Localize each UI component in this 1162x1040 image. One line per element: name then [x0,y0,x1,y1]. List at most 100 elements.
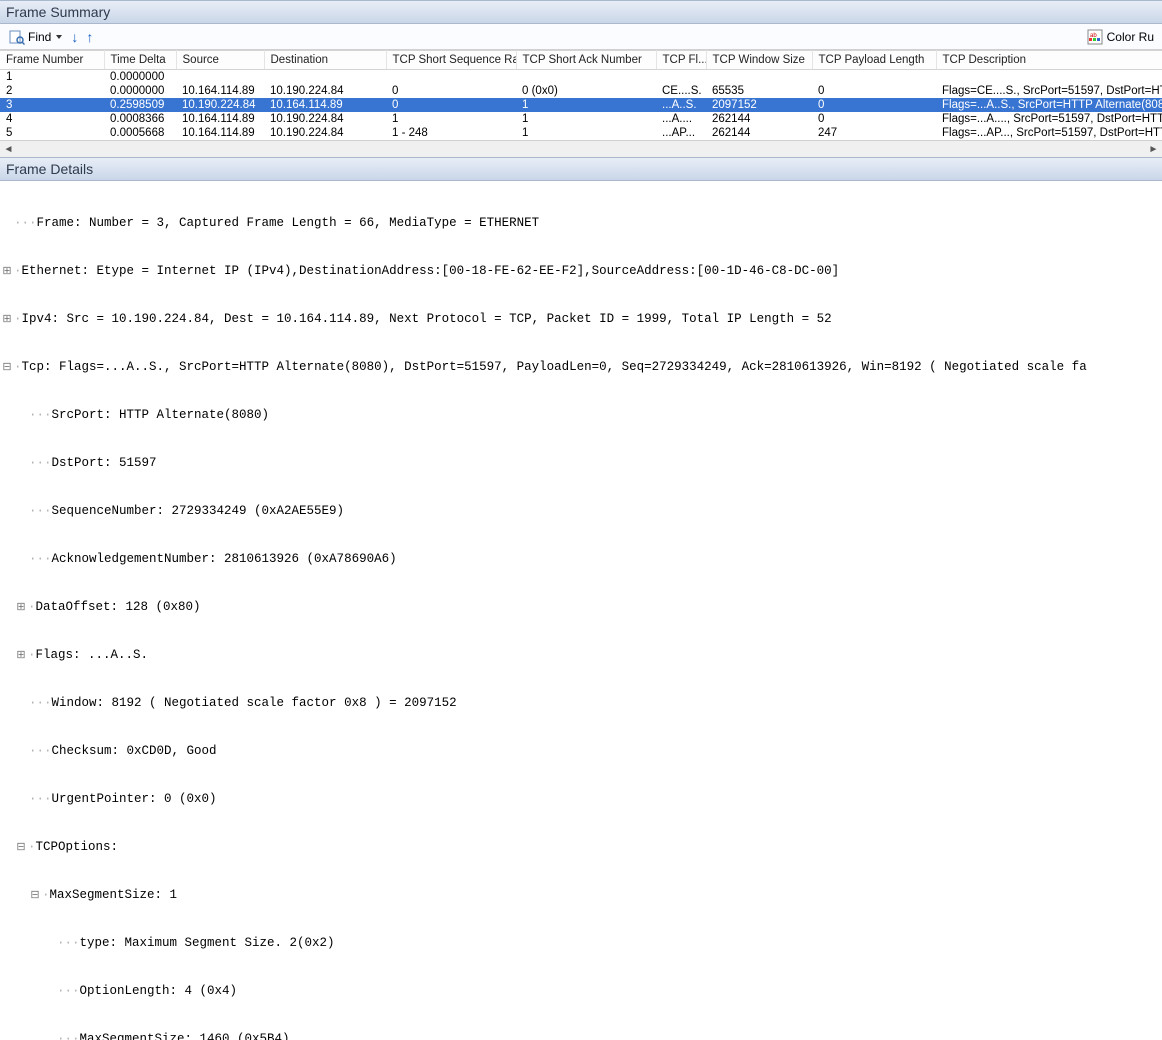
table-row[interactable]: 50.000566810.164.114.8910.190.224.841 - … [0,126,1162,140]
table-cell [176,70,264,85]
table-cell [656,70,706,85]
color-rules-icon: ab [1087,29,1103,45]
tree-leaf-icon [0,216,14,232]
table-cell: 4 [0,112,104,126]
table-cell [706,70,812,85]
table-cell [264,70,386,85]
table-cell: 1 [386,112,516,126]
detail-flags[interactable]: Flags: ...A..S. [36,647,149,663]
table-cell [386,70,516,85]
table-row[interactable]: 30.259850910.190.224.8410.164.114.89 0 1..… [0,98,1162,112]
col-window-size[interactable]: TCP Window Size [706,51,812,70]
table-cell: 0 [386,84,516,98]
detail-urgent[interactable]: UrgentPointer: 0 (0x0) [52,791,217,807]
detail-frame[interactable]: Frame: Number = 3, Captured Frame Length… [37,215,540,231]
col-source[interactable]: Source [176,51,264,70]
table-cell: 10.164.114.89 [264,98,386,112]
frame-details-tree[interactable]: ···Frame: Number = 3, Captured Frame Len… [0,181,1162,1040]
table-header-row[interactable]: Frame Number Time Delta Source Destinati… [0,51,1162,70]
detail-seqnum[interactable]: SequenceNumber: 2729334249 (0xA2AE55E9) [52,503,345,519]
detail-mss-val[interactable]: MaxSegmentSize: 1460 (0x5B4) [80,1031,290,1040]
scroll-right-icon[interactable]: ► [1145,141,1162,158]
detail-ipv4[interactable]: Ipv4: Src = 10.190.224.84, Dest = 10.164… [22,311,832,327]
table-row[interactable]: 40.000836610.164.114.8910.190.224.8411..… [0,112,1162,126]
detail-tcp[interactable]: Tcp: Flags=...A..S., SrcPort=HTTP Altern… [22,359,1087,375]
table-cell: 1 - 248 [386,126,516,140]
table-cell: 10.164.114.89 [176,126,264,140]
col-flags[interactable]: TCP Fl... [656,51,706,70]
col-seq-range[interactable]: TCP Short Sequence Range [386,51,516,70]
table-cell: 0.0005668 [104,126,176,140]
table-cell: ...AP... [656,126,706,140]
table-cell: 0 [812,98,936,112]
table-cell: 1 [516,112,656,126]
table-cell: 0.0000000 [104,84,176,98]
table-cell: Flags=...A...., SrcPort=51597, DstPort=H… [936,112,1162,126]
table-cell: Flags=...A..S., SrcPort=HTTP Alternate(8… [936,98,1162,112]
tree-collapse-icon[interactable]: ⊟ [14,840,28,856]
col-description[interactable]: TCP Description [936,51,1162,70]
table-cell: ...A..S. [656,98,706,112]
tree-expand-icon[interactable]: ⊞ [14,600,28,616]
col-frame-number[interactable]: Frame Number [0,51,104,70]
table-cell: 10.164.114.89 [176,112,264,126]
find-next-button[interactable]: ↓ [67,29,82,45]
table-cell: 0 [812,112,936,126]
tree-expand-icon[interactable]: ⊞ [14,648,28,664]
detail-srcport[interactable]: SrcPort: HTTP Alternate(8080) [52,407,270,423]
table-cell [516,70,656,85]
find-label: Find [28,30,51,44]
table-cell: 262144 [706,126,812,140]
scroll-left-icon[interactable]: ◄ [0,141,17,158]
table-cell: 65535 [706,84,812,98]
table-cell: CE....S. [656,84,706,98]
table-cell: 10.164.114.89 [176,84,264,98]
color-rules-button[interactable]: ab Color Ru [1083,29,1158,45]
detail-mss-len[interactable]: OptionLength: 4 (0x4) [80,983,238,999]
tree-expand-icon[interactable]: ⊞ [0,264,14,280]
table-cell: 0.0000000 [104,70,176,85]
col-time-delta[interactable]: Time Delta [104,51,176,70]
table-cell: 10.190.224.84 [264,84,386,98]
table-cell: ...A.... [656,112,706,126]
table-cell: 0.0008366 [104,112,176,126]
frame-table[interactable]: Frame Number Time Delta Source Destinati… [0,50,1162,140]
tree-collapse-icon[interactable]: ⊟ [28,888,42,904]
find-prev-button[interactable]: ↑ [82,29,97,45]
tree-expand-icon[interactable]: ⊞ [0,312,14,328]
find-icon [9,29,25,45]
frame-details-header: Frame Details [0,157,1162,181]
detail-mss-type[interactable]: type: Maximum Segment Size. 2(0x2) [80,935,335,951]
col-ack-number[interactable]: TCP Short Ack Number [516,51,656,70]
table-cell: 3 [0,98,104,112]
detail-window[interactable]: Window: 8192 ( Negotiated scale factor 0… [52,695,457,711]
table-cell: Flags=...AP..., SrcPort=51597, DstPort=H… [936,126,1162,140]
horizontal-scrollbar[interactable]: ◄ ► [0,140,1162,157]
table-cell: 0 [812,84,936,98]
detail-ethernet[interactable]: Ethernet: Etype = Internet IP (IPv4),Des… [22,263,840,279]
col-destination[interactable]: Destination [264,51,386,70]
table-cell: 5 [0,126,104,140]
table-cell: 2 [0,84,104,98]
detail-checksum[interactable]: Checksum: 0xCD0D, Good [52,743,217,759]
detail-acknum[interactable]: AcknowledgementNumber: 2810613926 (0xA78… [52,551,397,567]
find-button[interactable]: Find [4,27,67,47]
table-cell: 262144 [706,112,812,126]
table-row[interactable]: 10.0000000 [0,70,1162,85]
table-cell: 0.2598509 [104,98,176,112]
frame-summary-header: Frame Summary [0,0,1162,24]
table-cell: 1 [516,126,656,140]
table-cell: Flags=CE....S., SrcPort=51597, DstPort=H… [936,84,1162,98]
detail-mss[interactable]: MaxSegmentSize: 1 [50,887,178,903]
table-cell: 1 [516,98,656,112]
col-payload-len[interactable]: TCP Payload Length [812,51,936,70]
table-row[interactable]: 20.000000010.164.114.8910.190.224.8400 (… [0,84,1162,98]
tree-collapse-icon[interactable]: ⊟ [0,360,14,376]
detail-tcpoptions[interactable]: TCPOptions: [36,839,119,855]
detail-dstport[interactable]: DstPort: 51597 [52,455,157,471]
table-cell: 10.190.224.84 [176,98,264,112]
table-cell: 10.190.224.84 [264,126,386,140]
table-cell: 2097152 [706,98,812,112]
table-cell [936,70,1162,85]
detail-dataoffset[interactable]: DataOffset: 128 (0x80) [36,599,201,615]
